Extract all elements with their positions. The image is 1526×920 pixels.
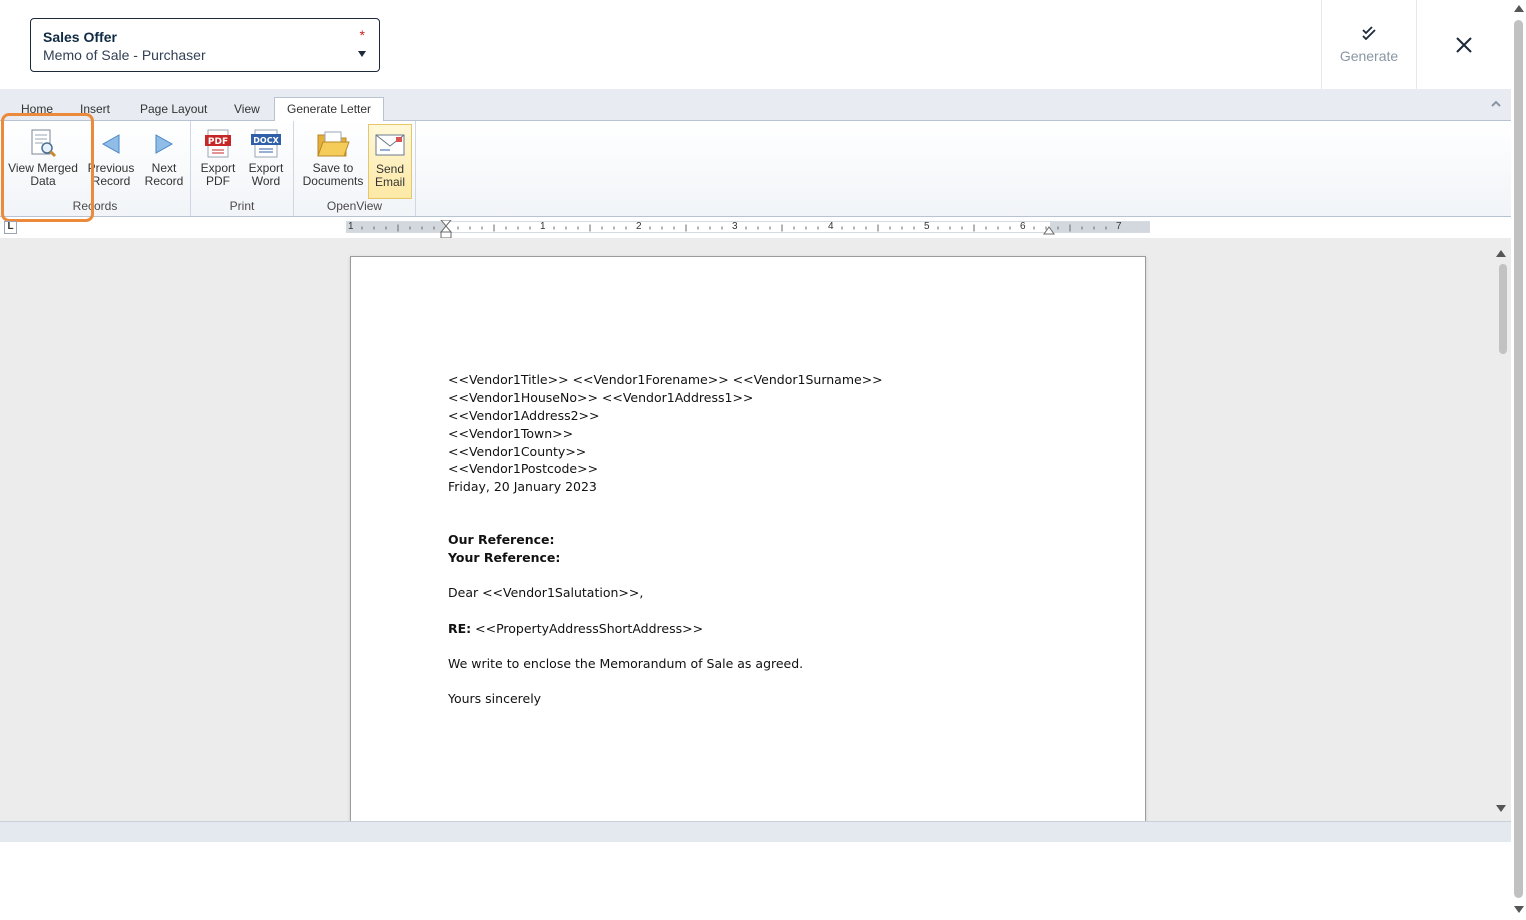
folder-open-icon xyxy=(317,131,350,157)
scroll-up-icon[interactable] xyxy=(1496,250,1506,257)
ruler-number: 5 xyxy=(924,221,930,232)
document-workspace: <<Vendor1Title>> <<Vendor1Forename>> <<V… xyxy=(0,238,1511,821)
document-scroll-thumb[interactable] xyxy=(1499,264,1507,354)
next-record-button[interactable]: Next Record xyxy=(140,124,188,196)
document-page[interactable]: <<Vendor1Title>> <<Vendor1Forename>> <<V… xyxy=(350,256,1146,821)
page-scroll-thumb[interactable] xyxy=(1514,20,1523,898)
docx-file-icon: DOCX xyxy=(251,129,281,158)
ribbon-body: View Merged Data Previous Record Next Re… xyxy=(0,121,1511,217)
ribbon-tabs: Home Insert Page Layout View Generate Le… xyxy=(0,89,1511,122)
records-group-label: Records xyxy=(72,199,118,213)
top-bar: Sales Offer Memo of Sale - Purchaser * G… xyxy=(0,0,1511,89)
arrow-left-icon xyxy=(101,134,120,154)
address-line: <<Vendor1Address2>> xyxy=(448,408,600,423)
body-paragraph: We write to enclose the Memorandum of Sa… xyxy=(448,656,804,671)
address-line: <<Vendor1Title>> <<Vendor1Forename>> <<V… xyxy=(448,372,883,387)
tab-view[interactable]: View xyxy=(228,98,266,121)
address-line: <<Vendor1Postcode>> xyxy=(448,461,599,476)
generate-label: Generate xyxy=(1339,47,1399,64)
re-value: <<PropertyAddressShortAddress>> xyxy=(475,621,704,636)
export-pdf-label-line2: PDF xyxy=(206,174,230,188)
double-check-icon xyxy=(1362,25,1376,40)
save-to-documents-label-line2: Documents xyxy=(302,174,364,188)
send-email-button[interactable]: Send Email xyxy=(368,124,412,199)
address-line: <<Vendor1Town>> xyxy=(448,426,574,441)
export-word-button[interactable]: DOCX Export Word xyxy=(243,124,289,196)
re-label: RE: xyxy=(448,621,472,636)
closing: Yours sincerely xyxy=(448,691,542,706)
ruler-number: 1 xyxy=(348,221,354,232)
tab-stop-selector[interactable]: L xyxy=(4,221,17,234)
view-merged-data-label-line2: Data xyxy=(30,174,56,188)
template-select-value: Memo of Sale - Purchaser xyxy=(43,47,206,63)
tab-page-layout[interactable]: Page Layout xyxy=(134,98,213,121)
ruler-number: 4 xyxy=(828,221,834,232)
scroll-down-icon[interactable] xyxy=(1496,805,1506,812)
chevron-down-icon xyxy=(358,51,366,57)
openview-group-label: OpenView xyxy=(326,199,383,213)
document-scrollbar[interactable] xyxy=(1493,245,1511,818)
page-scroll-down-icon[interactable] xyxy=(1514,906,1524,913)
view-merged-data-icon xyxy=(31,129,57,158)
ruler-number: 3 xyxy=(732,221,738,232)
records-group: View Merged Data Previous Record Next Re… xyxy=(0,121,191,216)
ruler-number: 7 xyxy=(1116,221,1122,232)
export-word-label-line2: Word xyxy=(251,174,281,188)
salutation: Dear <<Vendor1Salutation>>, xyxy=(448,585,644,600)
letter-date: Friday, 20 January 2023 xyxy=(448,479,597,494)
previous-record-label-line2: Record xyxy=(91,174,131,188)
template-select-label: Sales Offer xyxy=(43,29,117,45)
generate-button[interactable]: Generate xyxy=(1321,0,1417,89)
pdf-badge-text: PDF xyxy=(208,137,228,147)
address-line: <<Vendor1County>> xyxy=(448,444,587,459)
required-indicator: * xyxy=(359,27,365,43)
re-line: RE: <<PropertyAddressShortAddress>> xyxy=(448,620,703,638)
send-email-label-line2: Email xyxy=(374,175,405,189)
horizontal-ruler: 1 1 2 3 4 5 6 7 xyxy=(346,220,1150,239)
previous-record-button[interactable]: Previous Record xyxy=(86,124,136,196)
chevron-up-icon[interactable] xyxy=(1489,98,1503,110)
right-indent-marker-icon[interactable] xyxy=(1043,224,1055,236)
close-button[interactable] xyxy=(1417,0,1511,89)
view-merged-data-button[interactable]: View Merged Data xyxy=(4,124,82,196)
arrow-right-icon xyxy=(155,134,174,154)
ruler-number: 6 xyxy=(1020,221,1026,232)
save-to-documents-button[interactable]: Save to Documents xyxy=(300,124,366,196)
next-record-label-line2: Record xyxy=(144,174,184,188)
page-scroll-up-icon[interactable] xyxy=(1514,5,1524,12)
tab-generate-letter[interactable]: Generate Letter xyxy=(274,97,385,122)
envelope-icon xyxy=(375,134,405,156)
tab-home[interactable]: Home xyxy=(15,98,59,121)
openview-group: Save to Documents Send Email OpenView xyxy=(294,121,416,216)
tab-insert[interactable]: Insert xyxy=(74,98,116,121)
status-bar xyxy=(0,821,1511,842)
your-reference-label: Your Reference: xyxy=(448,550,561,565)
docx-badge-text: DOCX xyxy=(253,136,279,145)
ruler-ticks xyxy=(361,224,1107,232)
print-group-label: Print xyxy=(229,199,255,213)
export-pdf-button[interactable]: PDF Export PDF xyxy=(195,124,241,196)
pdf-file-icon: PDF xyxy=(205,129,231,158)
indent-marker-icon[interactable] xyxy=(440,220,452,240)
print-group: PDF Export PDF DOCX Export Word Print xyxy=(191,121,294,216)
ruler-number: 1 xyxy=(540,221,546,232)
close-icon xyxy=(1456,36,1472,53)
ruler-number: 2 xyxy=(636,221,642,232)
address-line: <<Vendor1HouseNo>> <<Vendor1Address1>> xyxy=(448,390,754,405)
our-reference-label: Our Reference: xyxy=(448,532,555,547)
template-select[interactable]: Sales Offer Memo of Sale - Purchaser * xyxy=(30,18,380,72)
page-scrollbar[interactable] xyxy=(1511,0,1526,920)
